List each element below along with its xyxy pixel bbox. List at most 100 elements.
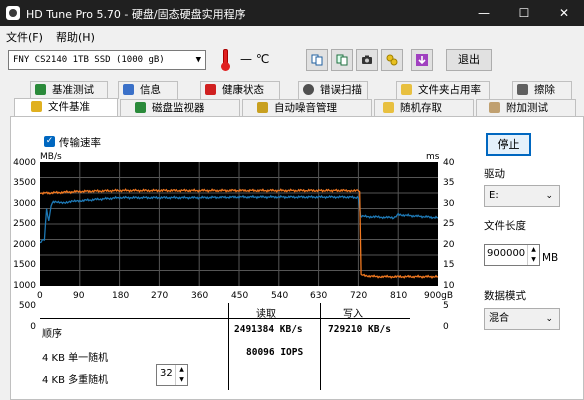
tab-label: 文件夹占用率	[418, 84, 481, 96]
monitor-icon	[135, 102, 146, 113]
x-tick-label: 360	[191, 291, 209, 301]
4k-single-read-value: 80096 IOPS	[246, 347, 304, 358]
tab-extra-tests[interactable]: 附加测试	[476, 99, 576, 117]
left-tick-label: 1000	[13, 281, 36, 291]
tab-error-scan[interactable]: 错误扫描	[298, 81, 368, 99]
tab-label: 磁盘监视器	[152, 102, 205, 114]
data-mode-select[interactable]: 混合 ⌄	[484, 308, 560, 330]
right-tick-label: 5	[443, 301, 449, 311]
tab-aam[interactable]: 自动噪音管理	[242, 99, 372, 117]
transfer-rate-chart	[40, 162, 438, 286]
left-tick-label: 3000	[13, 199, 36, 209]
left-tick-label: 3500	[13, 178, 36, 188]
right-tick-label: 20	[443, 240, 455, 250]
copy-icon	[311, 54, 323, 66]
tab-benchmark[interactable]: 基准测试	[30, 81, 108, 99]
folder-icon	[401, 84, 412, 95]
x-tick-label: 90	[73, 291, 85, 301]
row-label-4k-multi: 4 KB 多重随机	[42, 375, 109, 386]
info-icon	[123, 84, 134, 95]
x-tick-label: 540	[271, 291, 289, 301]
coins-icon	[386, 54, 398, 66]
tab-info[interactable]: 信息	[118, 81, 178, 99]
file-length-input[interactable]: 900000 ▲ ▼	[484, 244, 540, 266]
file-benchmark-icon	[31, 101, 42, 112]
drive-letter-select[interactable]: E: ⌄	[484, 185, 560, 207]
file-length-unit: MB	[542, 252, 559, 264]
left-axis-unit: MB/s	[40, 152, 62, 162]
x-tick-label: 630	[310, 291, 328, 301]
x-tick-label: 720	[350, 291, 368, 301]
right-tick-label: 30	[443, 199, 455, 209]
menu-help[interactable]: 帮助(H)	[56, 29, 95, 45]
download-arrow-icon	[416, 54, 428, 66]
random-access-icon	[383, 102, 394, 113]
benchmark-icon	[35, 84, 46, 95]
row-label-4k-single: 4 KB 单一随机	[42, 353, 109, 364]
x-tick-label: 810	[390, 291, 408, 301]
spin-down-icon[interactable]: ▼	[527, 255, 539, 265]
options-button[interactable]	[381, 49, 403, 71]
left-tick-label: 0	[30, 322, 36, 332]
window-title: HD Tune Pro 5.70 - 硬盘/固态硬盘实用程序	[26, 8, 246, 21]
tab-label: 擦除	[534, 84, 555, 96]
file-length-label: 文件长度	[484, 220, 526, 232]
tab-label: 基准测试	[52, 84, 94, 96]
tab-erase[interactable]: 擦除	[512, 81, 572, 99]
thermometer-icon	[218, 49, 232, 71]
tab-label: 信息	[140, 84, 161, 96]
tab-random-access[interactable]: 随机存取	[374, 99, 474, 117]
trash-icon	[517, 84, 528, 95]
menu-file[interactable]: 文件(F)	[6, 29, 43, 45]
drive-select[interactable]: FNY CS2140 1TB SSD (1000 gB) ▼	[8, 50, 206, 70]
tab-label: 文件基准	[48, 101, 90, 113]
column-divider	[320, 303, 321, 390]
copy-image-icon	[336, 54, 348, 66]
left-tick-label: 2000	[13, 240, 36, 250]
chevron-down-icon: ⌄	[545, 191, 553, 201]
tab-label: 随机存取	[400, 102, 442, 114]
tab-label: 健康状态	[222, 84, 264, 96]
transfer-rate-checkbox[interactable]: ✓	[44, 136, 55, 147]
app-icon	[6, 6, 20, 20]
stop-button[interactable]: 停止	[486, 133, 531, 156]
x-tick-label: 900gB	[424, 291, 454, 301]
right-tick-label: 35	[443, 178, 455, 188]
queue-depth-value: 32	[160, 368, 173, 379]
copy-screenshot-button[interactable]	[331, 49, 353, 71]
spin-down-icon[interactable]: ▼	[175, 375, 187, 385]
right-tick-label: 40	[443, 158, 455, 168]
spin-up-icon[interactable]: ▲	[175, 365, 187, 375]
minimize-button[interactable]: —	[464, 0, 504, 26]
tab-file-benchmark[interactable]: 文件基准	[14, 98, 118, 117]
right-tick-label: 10	[443, 281, 455, 291]
sequential-read-value: 2491384 KB/s	[234, 324, 303, 335]
header-divider	[40, 318, 410, 319]
maximize-button[interactable]: ☐	[504, 0, 544, 26]
chevron-down-icon: ▼	[195, 55, 201, 65]
save-button[interactable]	[411, 49, 433, 71]
x-tick-label: 0	[37, 291, 43, 301]
column-divider	[228, 303, 229, 390]
tab-folder-usage[interactable]: 文件夹占用率	[396, 81, 490, 99]
tab-health[interactable]: 健康状态	[200, 81, 280, 99]
left-tick-label: 2500	[13, 219, 36, 229]
extra-tests-icon	[489, 102, 500, 113]
tab-label: 错误扫描	[320, 84, 362, 96]
row-label-sequential: 顺序	[42, 329, 62, 340]
spin-up-icon[interactable]: ▲	[527, 245, 539, 255]
copy-text-button[interactable]	[306, 49, 328, 71]
file-length-value: 900000	[487, 248, 526, 259]
close-button[interactable]: ✕	[544, 0, 584, 26]
tab-disk-monitor[interactable]: 磁盘监视器	[120, 99, 240, 117]
drive-select-value: FNY CS2140 1TB SSD (1000 gB)	[13, 55, 165, 65]
drive-letter-value: E:	[489, 190, 499, 201]
queue-depth-spinner[interactable]: 32 ▲ ▼	[156, 364, 188, 386]
left-tick-label: 1500	[13, 260, 36, 270]
right-tick-label: 0	[443, 322, 449, 332]
drive-label: 驱动	[484, 168, 505, 180]
left-tick-label: 500	[18, 301, 36, 311]
screenshot-button[interactable]	[356, 49, 378, 71]
exit-button[interactable]: 退出	[446, 49, 492, 71]
chevron-down-icon: ⌄	[545, 314, 553, 324]
